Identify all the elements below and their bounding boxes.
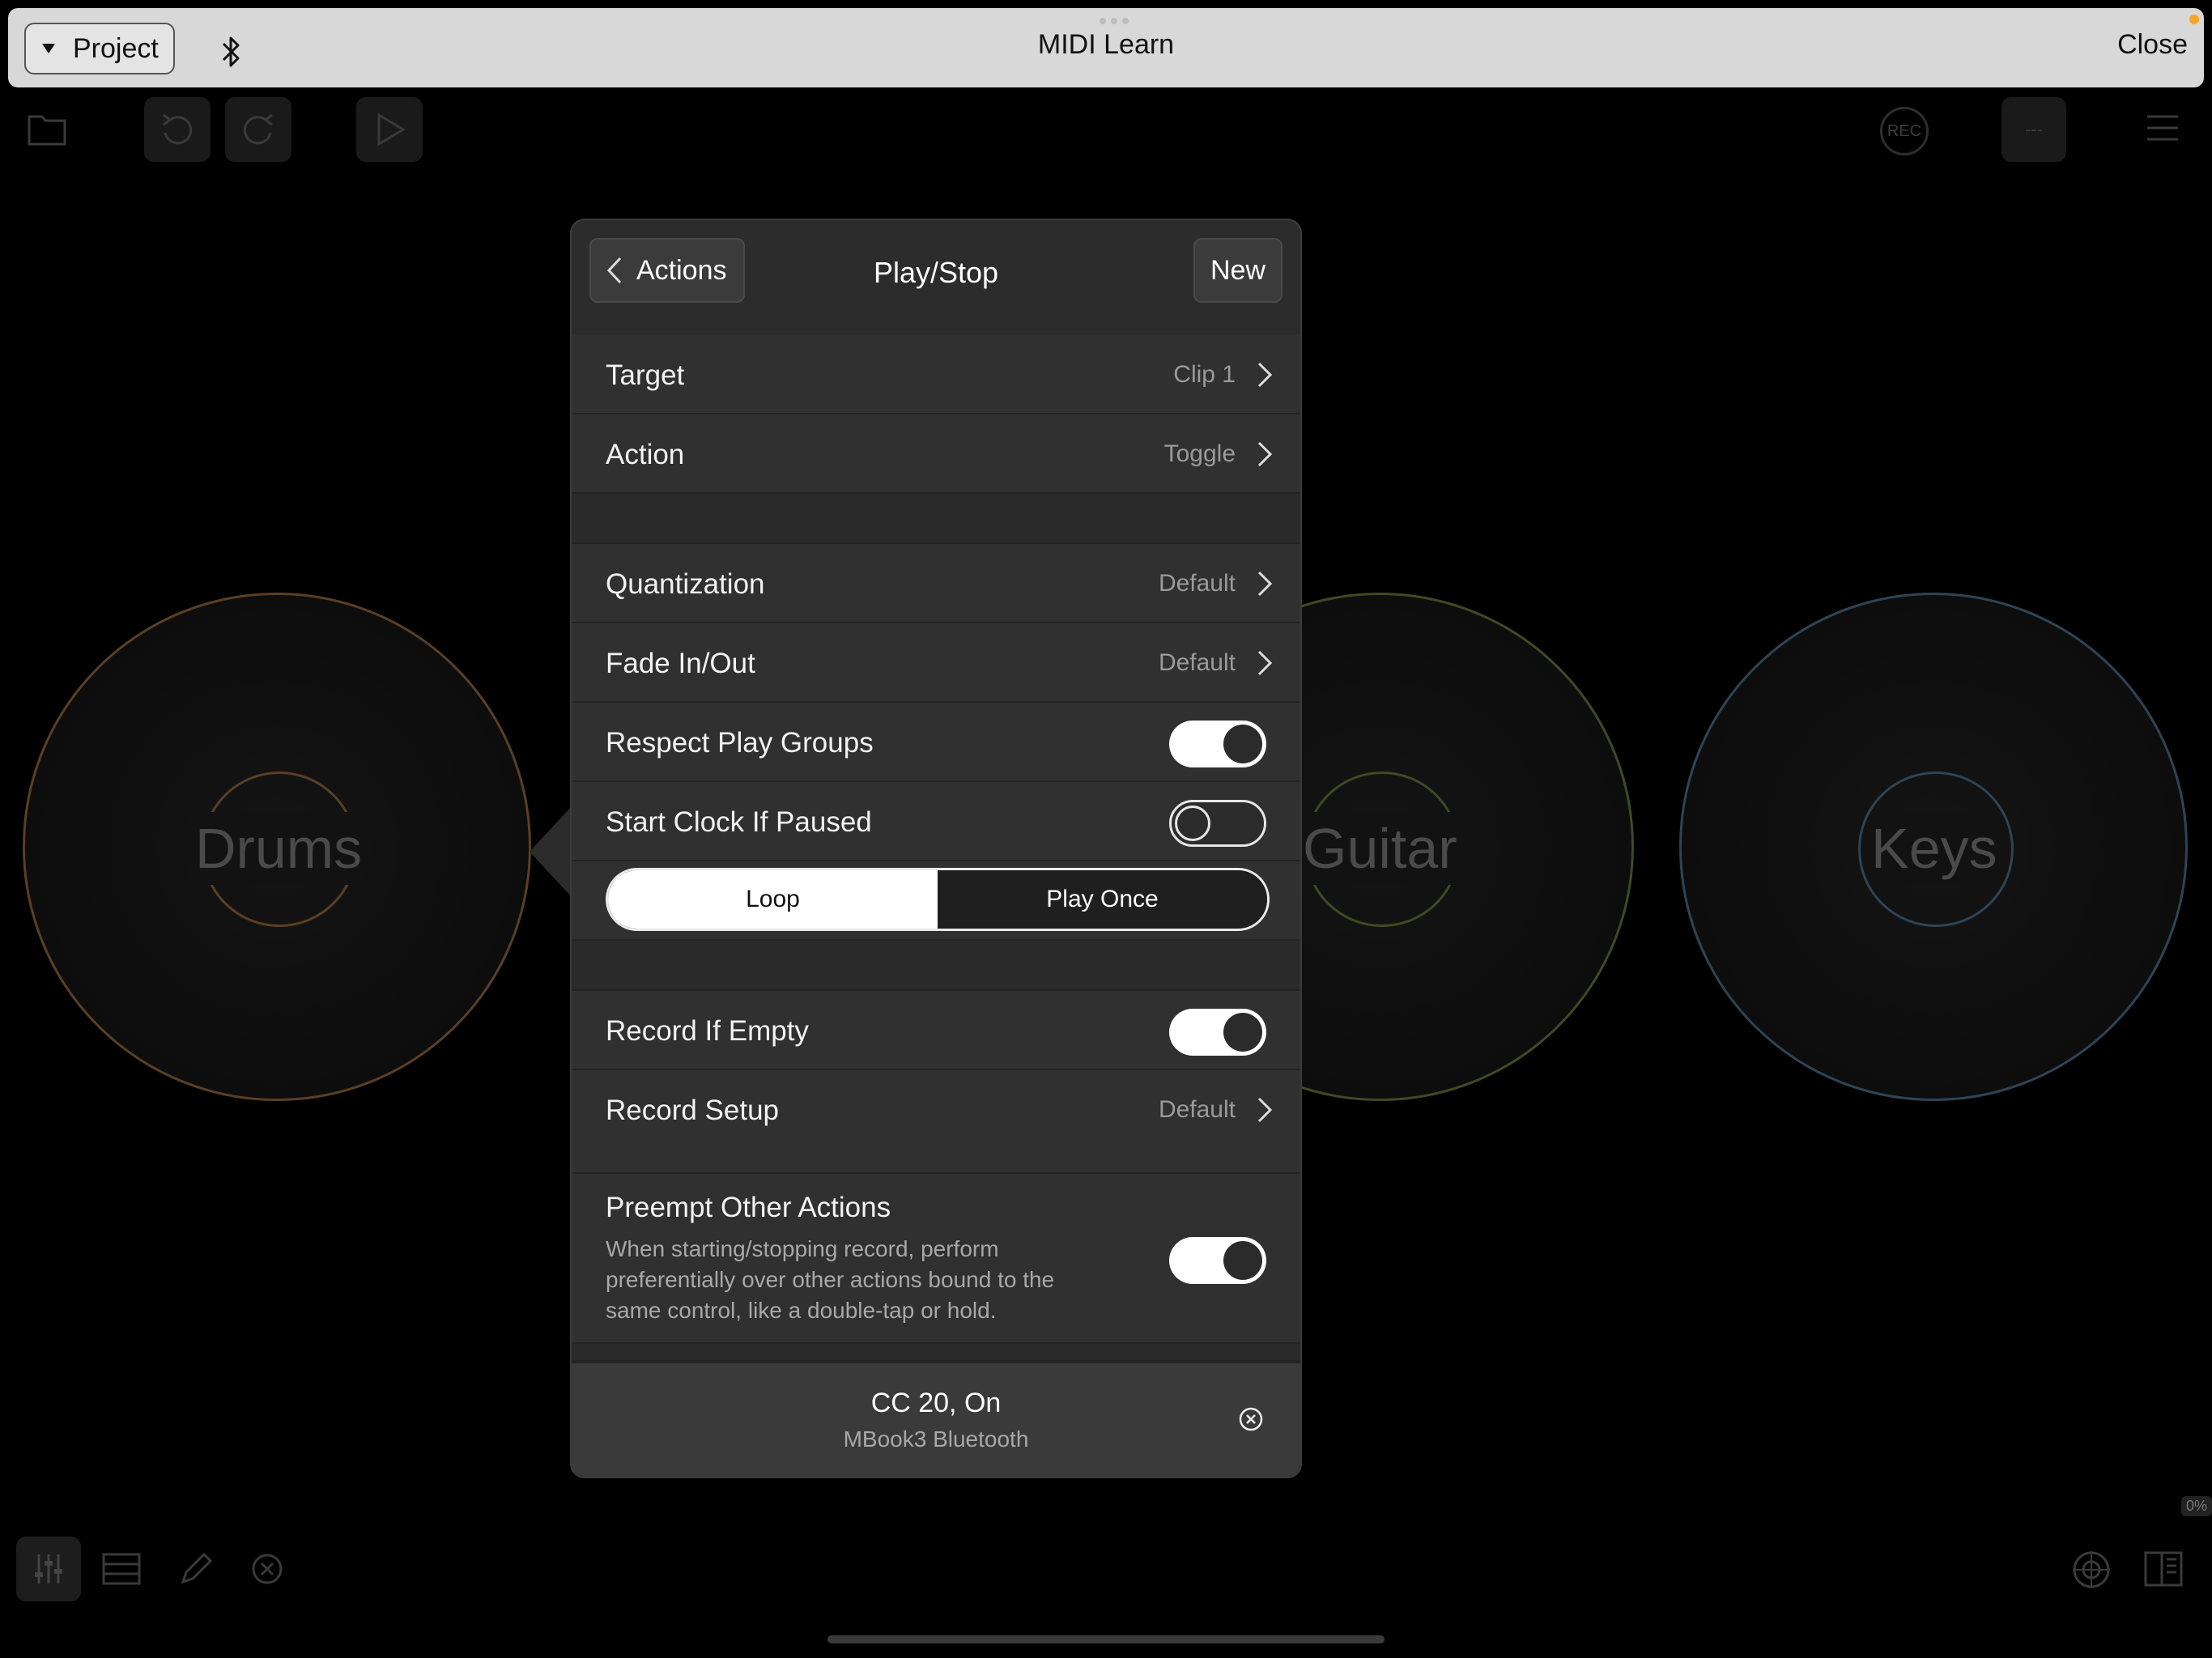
fade-row[interactable]: Fade In/Out Default [572, 623, 1300, 703]
pad-label: Keys [1868, 812, 2001, 885]
fade-value: Default [1158, 649, 1236, 676]
chevron-right-icon [1257, 650, 1273, 676]
close-button[interactable]: Close [2117, 29, 2188, 61]
pad-keys[interactable]: Keys [1679, 593, 2188, 1101]
preempt-label: Preempt Other Actions [606, 1192, 891, 1223]
start-clock-label: Start Clock If Paused [606, 806, 872, 838]
start-clock-row: Start Clock If Paused [572, 782, 1300, 861]
action-label: Action [606, 439, 685, 470]
record-setup-row[interactable]: Record Setup Default [572, 1070, 1300, 1174]
status-dot [2189, 15, 2199, 24]
binding-control: CC 20, On [870, 1388, 1002, 1418]
respect-play-groups-row: Respect Play Groups [572, 703, 1300, 782]
binding-device: MBook3 Bluetooth [843, 1426, 1029, 1452]
preempt-toggle[interactable] [1169, 1237, 1266, 1284]
popover-title: Play/Stop [873, 256, 999, 289]
section-spacer [572, 494, 1300, 544]
popover-header: Actions Play/Stop New [572, 220, 1300, 337]
quantization-value: Default [1158, 570, 1236, 597]
mode-row: Loop Play Once [572, 861, 1300, 941]
mode-play-once-segment[interactable]: Play Once [938, 870, 1267, 929]
respect-play-groups-toggle[interactable] [1169, 721, 1266, 767]
pad-label: Guitar [1300, 812, 1461, 885]
quantization-label: Quantization [606, 568, 765, 600]
clear-icon[interactable] [251, 1553, 283, 1585]
mode-segmented-control: Loop Play Once [606, 868, 1270, 931]
pad-drums[interactable]: Drums [23, 593, 531, 1101]
remove-binding-icon[interactable] [1239, 1407, 1263, 1431]
quantization-row[interactable]: Quantization Default [572, 544, 1300, 623]
crosshair-icon[interactable] [2071, 1550, 2112, 1590]
mixer-button[interactable] [16, 1537, 81, 1601]
side-panel-icon[interactable] [2144, 1550, 2183, 1588]
redo-icon [243, 113, 273, 145]
grabber[interactable] [1098, 18, 1130, 26]
chevron-right-icon [1257, 571, 1273, 597]
window-title: MIDI Learn [1037, 29, 1175, 60]
record-button[interactable]: REC [1880, 107, 1929, 155]
mode-loop-segment[interactable]: Loop [608, 870, 938, 929]
section-spacer [572, 941, 1300, 991]
fade-label: Fade In/Out [606, 648, 755, 679]
pad-label: Drums [192, 812, 366, 885]
respect-play-groups-label: Respect Play Groups [606, 727, 874, 759]
play-button[interactable] [356, 97, 423, 162]
record-if-empty-row: Record If Empty [572, 991, 1300, 1070]
play-icon [377, 113, 406, 147]
top-bar: Project MIDI Learn Close [8, 8, 2204, 87]
section-spacer [572, 1344, 1300, 1362]
record-setup-label: Record Setup [606, 1095, 780, 1126]
percent-badge: 0% [2180, 1496, 2212, 1516]
chevron-right-icon [1257, 362, 1273, 388]
mixer-icon [35, 1554, 62, 1584]
preempt-row: Preempt Other Actions When starting/stop… [572, 1174, 1300, 1344]
record-if-empty-toggle[interactable] [1169, 1009, 1266, 1056]
action-popover: Actions Play/Stop New Target Clip 1 Acti… [570, 219, 1302, 1478]
list-icon[interactable] [102, 1553, 141, 1585]
tempo-button[interactable]: --- [2001, 97, 2066, 162]
start-clock-toggle[interactable] [1169, 800, 1266, 847]
target-value: Clip 1 [1173, 361, 1236, 388]
menu-icon[interactable] [2146, 113, 2180, 142]
home-indicator[interactable] [827, 1635, 1385, 1643]
chevron-right-icon [1257, 1097, 1273, 1123]
target-label: Target [606, 359, 685, 391]
pencil-icon[interactable] [178, 1551, 214, 1587]
folder-icon[interactable] [28, 112, 66, 146]
preempt-description: When starting/stopping record, perform p… [606, 1236, 1055, 1323]
record-setup-value: Default [1158, 1096, 1236, 1123]
record-if-empty-label: Record If Empty [606, 1015, 809, 1047]
chevron-right-icon [1257, 441, 1273, 467]
redo-button[interactable] [225, 97, 291, 162]
undo-button[interactable] [144, 97, 211, 162]
undo-icon [163, 113, 193, 145]
action-value: Toggle [1163, 440, 1236, 467]
popover-arrow [530, 806, 572, 897]
midi-binding: CC 20, On MBook3 Bluetooth [572, 1362, 1300, 1477]
target-row[interactable]: Target Clip 1 [572, 335, 1300, 414]
new-button[interactable]: New [1193, 238, 1283, 303]
action-row[interactable]: Action Toggle [572, 414, 1300, 494]
